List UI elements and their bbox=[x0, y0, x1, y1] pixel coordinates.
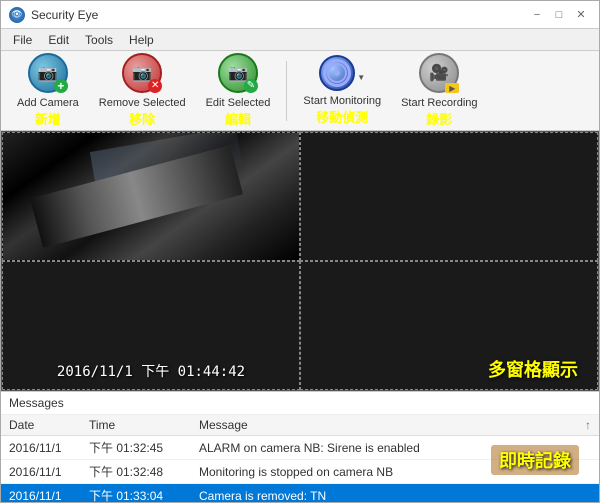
video-grid: 2016/11/1 下午 01:44:42 多窗格顯示 bbox=[1, 131, 599, 391]
menu-bar: File Edit Tools Help bbox=[1, 29, 599, 51]
multi-view-label: 多窗格顯示 bbox=[488, 356, 578, 382]
messages-panel: Messages Date Time Message ↑ 2016/11/1 下… bbox=[1, 391, 599, 502]
video-cell-top-left bbox=[2, 132, 300, 261]
start-recording-label-cn: 錄影 bbox=[426, 109, 452, 128]
remove-selected-label: Remove Selected bbox=[99, 97, 186, 109]
col-date[interactable]: Date bbox=[1, 415, 81, 436]
edit-selected-button[interactable]: 📷 Edit Selected 編輯 bbox=[198, 49, 279, 132]
timestamp-display: 2016/11/1 下午 01:44:42 bbox=[57, 361, 245, 381]
edit-selected-label: Edit Selected bbox=[206, 97, 271, 109]
cell-date: 2016/11/1 bbox=[1, 436, 81, 460]
start-monitoring-label-cn: 移動偵測 bbox=[316, 107, 368, 126]
start-recording-icon: 🎥 bbox=[419, 53, 459, 93]
title-bar-controls: − □ ✕ bbox=[527, 5, 591, 25]
remove-selected-label-cn: 移除 bbox=[129, 109, 155, 128]
cell-time: 下午 01:33:04 bbox=[81, 484, 191, 503]
toolbar-separator-1 bbox=[286, 61, 287, 121]
camera-glyph: 📷 bbox=[38, 63, 58, 83]
add-camera-icon: 📷 bbox=[28, 53, 68, 93]
add-camera-label-cn: 新增 bbox=[35, 109, 61, 128]
realtime-badge: 即時記錄 bbox=[491, 445, 579, 475]
recording-glyph: 🎥 bbox=[429, 63, 449, 83]
video-cell-bottom-left: 2016/11/1 下午 01:44:42 bbox=[2, 261, 300, 390]
messages-header: Messages bbox=[1, 392, 599, 415]
col-time[interactable]: Time bbox=[81, 415, 191, 436]
edit-glyph: 📷 bbox=[228, 63, 248, 83]
title-bar-left: 👁 Security Eye bbox=[9, 7, 98, 23]
close-button[interactable]: ✕ bbox=[571, 5, 591, 25]
monitoring-dropdown-arrow[interactable]: ▼ bbox=[357, 73, 365, 82]
add-camera-label: Add Camera bbox=[17, 97, 79, 109]
table-row[interactable]: 2016/11/1 下午 01:33:04 Camera is removed:… bbox=[1, 484, 599, 503]
app-icon: 👁 bbox=[9, 7, 25, 23]
menu-edit[interactable]: Edit bbox=[40, 31, 77, 49]
empty-feed-top-right bbox=[301, 133, 597, 260]
window-title: Security Eye bbox=[31, 8, 98, 22]
sort-icon: ↑ bbox=[585, 418, 591, 432]
start-recording-button[interactable]: 🎥 Start Recording 錄影 bbox=[393, 49, 485, 132]
maximize-button[interactable]: □ bbox=[549, 5, 569, 25]
cell-time: 下午 01:32:48 bbox=[81, 460, 191, 484]
start-monitoring-icon bbox=[319, 55, 355, 91]
add-camera-button[interactable]: 📷 Add Camera 新增 bbox=[9, 49, 87, 132]
remove-selected-button[interactable]: 📷 Remove Selected 移除 bbox=[91, 49, 194, 132]
start-monitoring-button[interactable]: ▼ Start Monitoring 移動偵測 bbox=[295, 51, 389, 130]
cell-message: Camera is removed: TN bbox=[191, 484, 599, 503]
menu-tools[interactable]: Tools bbox=[77, 31, 121, 49]
col-message[interactable]: Message ↑ bbox=[191, 415, 599, 436]
target-icon bbox=[323, 59, 351, 87]
menu-help[interactable]: Help bbox=[121, 31, 162, 49]
edit-selected-icon: 📷 bbox=[218, 53, 258, 93]
minimize-button[interactable]: − bbox=[527, 5, 547, 25]
cell-time: 下午 01:32:45 bbox=[81, 436, 191, 460]
remove-glyph: 📷 bbox=[132, 63, 152, 83]
cell-date: 2016/11/1 bbox=[1, 460, 81, 484]
remove-selected-icon: 📷 bbox=[122, 53, 162, 93]
edit-selected-label-cn: 編輯 bbox=[225, 109, 251, 128]
cell-date: 2016/11/1 bbox=[1, 484, 81, 503]
app-window: 👁 Security Eye − □ ✕ File Edit Tools Hel… bbox=[0, 0, 600, 503]
start-recording-label: Start Recording bbox=[401, 97, 477, 109]
toolbar: 📷 Add Camera 新增 📷 Remove Selected 移除 📷 bbox=[1, 51, 599, 131]
start-monitoring-label: Start Monitoring bbox=[303, 95, 381, 107]
video-cell-top-right bbox=[300, 132, 598, 261]
menu-file[interactable]: File bbox=[5, 31, 40, 49]
title-bar: 👁 Security Eye − □ ✕ bbox=[1, 1, 599, 29]
target-dot bbox=[334, 70, 340, 76]
